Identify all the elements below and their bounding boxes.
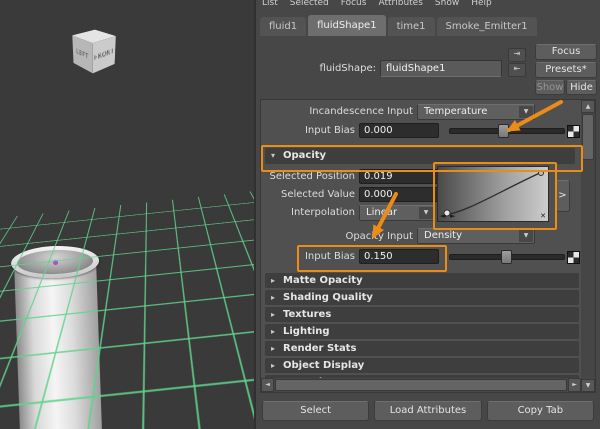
ramp-delete-icon[interactable]: ✕ <box>540 212 546 220</box>
attribute-scroll-area: Incandescence Input Temperature ▼ Input … <box>260 99 596 393</box>
section-label: Object Display <box>283 360 365 371</box>
opacity-input-value: Density <box>424 230 463 241</box>
select-button[interactable]: Select <box>262 401 370 421</box>
tab-fluidshape1[interactable]: fluidShape1 <box>308 15 386 36</box>
section-label: Textures <box>283 309 332 320</box>
chevron-down-icon[interactable]: ▼ <box>519 230 533 242</box>
focus-button[interactable]: Focus <box>535 44 597 60</box>
fluid-container-object[interactable] <box>10 244 106 429</box>
output-connection-icon[interactable]: ⇥ <box>508 48 526 62</box>
view-cube-body: LEFT FRONT <box>72 29 116 74</box>
menu-show[interactable]: Show <box>435 0 459 8</box>
chevron-collapsed-icon: ▸ <box>271 327 276 336</box>
opacity-ramp-widget[interactable]: ◄ ► ✕ <box>437 166 549 222</box>
menu-list[interactable]: List <box>262 0 278 8</box>
opacity-input-label: Opacity Input <box>345 231 413 242</box>
node-type-label: fluidShape: <box>319 63 376 74</box>
interpolation-label: Interpolation <box>291 207 355 218</box>
input-bias-bottom-label: Input Bias <box>304 251 355 262</box>
chevron-collapsed-icon: ▸ <box>271 344 276 353</box>
chevron-down-icon[interactable]: ▼ <box>519 106 533 118</box>
interpolation-dropdown[interactable]: Linear ▼ <box>359 205 435 221</box>
section-label: Lighting <box>283 326 330 337</box>
scroll-right-icon[interactable]: ► <box>568 378 581 392</box>
section-render-stats[interactable]: ▸ Render Stats <box>265 341 579 356</box>
scroll-down-icon[interactable]: ▼ <box>581 379 595 392</box>
node-tabbar: fluid1 fluidShape1 time1 Smoke_Emitter1 <box>260 10 596 36</box>
chevron-expanded-icon: ▾ <box>271 151 276 160</box>
selected-value-label: Selected Value <box>281 189 355 200</box>
section-textures[interactable]: ▸ Textures <box>265 307 579 322</box>
menu-attributes[interactable]: Attributes <box>378 0 422 8</box>
show-button[interactable]: Show <box>535 80 565 95</box>
vertical-scrollbar-thumb[interactable] <box>582 114 594 160</box>
load-attributes-button[interactable]: Load Attributes <box>374 401 482 421</box>
map-texture-icon[interactable] <box>567 251 580 264</box>
attribute-editor-menubar: List Selected Focus Attributes Show Help <box>256 0 600 9</box>
input-bias-bottom-slider-handle[interactable] <box>501 250 512 264</box>
section-label: Matte Opacity <box>283 275 363 286</box>
ramp-prev-icon[interactable]: ◄ <box>440 212 445 220</box>
section-lighting[interactable]: ▸ Lighting <box>265 324 579 339</box>
maya-window: LEFT FRONT List Selected Focus Attribute… <box>0 0 600 429</box>
chevron-collapsed-icon: ▸ <box>271 310 276 319</box>
attribute-editor-footer: Select Load Attributes Copy Tab <box>262 401 594 421</box>
opacity-section-label: Opacity <box>283 150 327 161</box>
viewport-3d[interactable]: LEFT FRONT <box>0 0 254 429</box>
view-cube[interactable]: LEFT FRONT <box>66 22 122 78</box>
view-cube-front-face[interactable]: FRONT <box>92 36 116 74</box>
input-bias-top-label: Input Bias <box>304 125 355 136</box>
section-label: Render Stats <box>283 343 357 354</box>
section-shading-quality[interactable]: ▸ Shading Quality <box>265 290 579 305</box>
tab-time1[interactable]: time1 <box>387 17 435 36</box>
hide-button[interactable]: Hide <box>566 80 597 95</box>
selected-position-label: Selected Position <box>269 171 355 182</box>
chevron-down-icon[interactable]: ▼ <box>419 207 433 219</box>
tab-fluid1[interactable]: fluid1 <box>260 17 307 36</box>
incandescence-input-dropdown[interactable]: Temperature ▼ <box>417 104 535 120</box>
chevron-collapsed-icon: ▸ <box>271 361 276 370</box>
section-label: Shading Quality <box>283 292 373 303</box>
incandescence-input-value: Temperature <box>424 106 488 117</box>
selected-value-field[interactable]: 0.000 <box>359 187 439 202</box>
interpolation-value: Linear <box>366 207 398 218</box>
view-cube-left-face[interactable]: LEFT <box>72 35 93 74</box>
incandescence-input-label: Incandescence Input <box>309 106 413 117</box>
attribute-editor-panel: List Selected Focus Attributes Show Help… <box>254 0 600 429</box>
horizontal-scrollbar-thumb[interactable] <box>275 379 567 391</box>
vertical-scrollbar[interactable]: ▲ ▼ <box>581 100 595 392</box>
chevron-collapsed-icon: ▸ <box>271 293 276 302</box>
chevron-collapsed-icon: ▸ <box>271 276 276 285</box>
opacity-section-header[interactable]: ▾ Opacity <box>265 148 575 164</box>
map-texture-icon[interactable] <box>567 125 580 138</box>
scroll-up-icon[interactable]: ▲ <box>581 100 595 113</box>
menu-focus[interactable]: Focus <box>341 0 367 8</box>
menu-help[interactable]: Help <box>471 0 492 8</box>
ramp-expand-button[interactable]: > <box>555 180 570 212</box>
opacity-input-dropdown[interactable]: Density ▼ <box>417 228 535 244</box>
menu-selected[interactable]: Selected <box>290 0 329 8</box>
section-object-display[interactable]: ▸ Object Display <box>265 358 579 373</box>
node-name-field[interactable]: fluidShape1 <box>380 60 502 77</box>
scroll-left-icon[interactable]: ◄ <box>261 378 274 392</box>
selected-position-field[interactable]: 0.019 <box>359 169 439 184</box>
presets-button[interactable]: Presets* <box>535 62 597 78</box>
section-matte-opacity[interactable]: ▸ Matte Opacity <box>265 273 579 288</box>
ramp-next-icon[interactable]: ► <box>450 212 455 220</box>
bucket-body <box>14 259 103 429</box>
ground-grid <box>0 0 254 233</box>
input-bias-top-field[interactable]: 0.000 <box>359 123 439 138</box>
horizontal-scrollbar[interactable]: ◄ ► <box>261 378 581 392</box>
copy-tab-button[interactable]: Copy Tab <box>486 401 594 421</box>
input-connection-icon[interactable]: ⇤ <box>508 63 526 77</box>
tab-smoke-emitter1[interactable]: Smoke_Emitter1 <box>436 17 537 36</box>
input-bias-top-slider-handle[interactable] <box>498 124 509 138</box>
input-bias-bottom-field[interactable]: 0.150 <box>359 249 439 264</box>
